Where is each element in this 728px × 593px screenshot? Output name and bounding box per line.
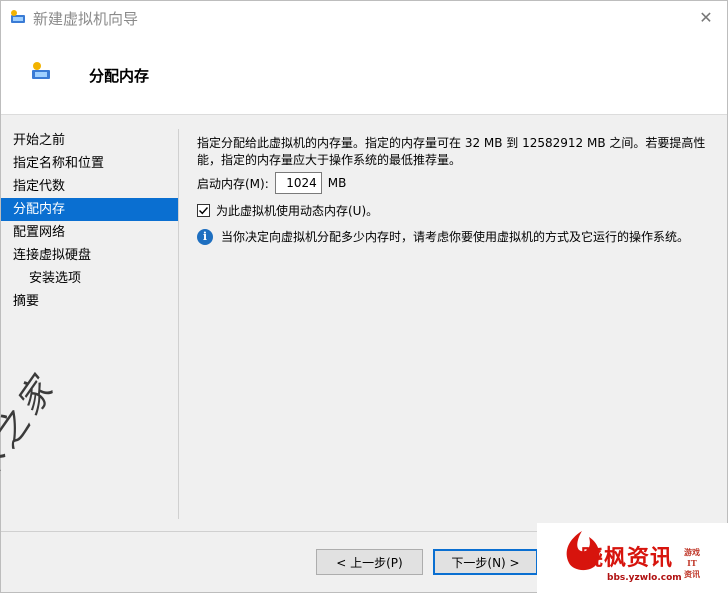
previous-button[interactable]: < 上一步(P) (316, 549, 423, 575)
startup-memory-row: 启动内存(M): MB (197, 172, 346, 194)
dynamic-memory-checkbox[interactable] (197, 204, 210, 217)
nav-item-connect-virtual-hard-disk[interactable]: 连接虚拟硬盘 (1, 244, 178, 267)
nav-item-before-you-begin[interactable]: 开始之前 (1, 129, 178, 152)
wizard-window: 新建虚拟机向导 ✕ 分配内存 开始之前 指定名称和位置 指定代数 分配内存 配置… (0, 0, 728, 593)
nav-item-configure-networking[interactable]: 配置网络 (1, 221, 178, 244)
close-button[interactable]: ✕ (691, 5, 721, 29)
nav-item-installation-options[interactable]: 安装选项 (1, 267, 178, 290)
next-button[interactable]: 下一步(N) > (433, 549, 538, 575)
dynamic-memory-label: 为此虚拟机使用动态内存(U)。 (216, 204, 379, 218)
wizard-steps-nav: 开始之前 指定名称和位置 指定代数 分配内存 配置网络 连接虚拟硬盘 安装选项 … (1, 129, 178, 313)
startup-memory-label: 启动内存(M): (197, 176, 269, 191)
content-pane: 指定分配给此虚拟机的内存量。指定的内存量可在 32 MB 到 12582912 … (197, 135, 717, 245)
nav-item-generation[interactable]: 指定代数 (1, 175, 178, 198)
dynamic-memory-option[interactable]: 为此虚拟机使用动态内存(U)。 (197, 202, 378, 219)
nav-item-name-and-location[interactable]: 指定名称和位置 (1, 152, 178, 175)
logo-side-text: 游戏 IT 资讯 (684, 547, 700, 579)
nav-item-summary[interactable]: 摘要 (1, 290, 178, 313)
window-title: 新建虚拟机向导 (33, 10, 139, 28)
close-icon: ✕ (699, 7, 713, 27)
memory-unit-label: MB (327, 176, 347, 190)
info-text: 当你决定向虚拟机分配多少内存时，请考虑你要使用虚拟机的方式及它运行的操作系统。 (221, 230, 690, 244)
nav-item-assign-memory[interactable]: 分配内存 (1, 198, 178, 221)
page-header: 分配内存 (1, 33, 727, 115)
page-title: 分配内存 (89, 67, 150, 85)
nav-divider (178, 129, 179, 519)
watermark-text: 树木之家 (0, 366, 65, 521)
checkmark-icon (199, 207, 209, 215)
title-bar: 新建虚拟机向导 ✕ (1, 1, 727, 33)
startup-memory-input[interactable] (274, 172, 322, 194)
logo-url: bbs.yzwlo.com (607, 573, 682, 583)
memory-icon (29, 61, 53, 81)
info-row: i 当你决定向虚拟机分配多少内存时，请考虑你要使用虚拟机的方式及它运行的操作系统… (197, 228, 689, 245)
logo-name: 晓枫资讯 (581, 546, 674, 571)
site-logo: 晓枫资讯 bbs.yzwlo.com 游戏 IT 资讯 (537, 523, 728, 593)
description-text: 指定分配给此虚拟机的内存量。指定的内存量可在 32 MB 到 12582912 … (197, 136, 706, 167)
hyper-v-icon (9, 9, 27, 25)
info-icon: i (197, 228, 213, 245)
